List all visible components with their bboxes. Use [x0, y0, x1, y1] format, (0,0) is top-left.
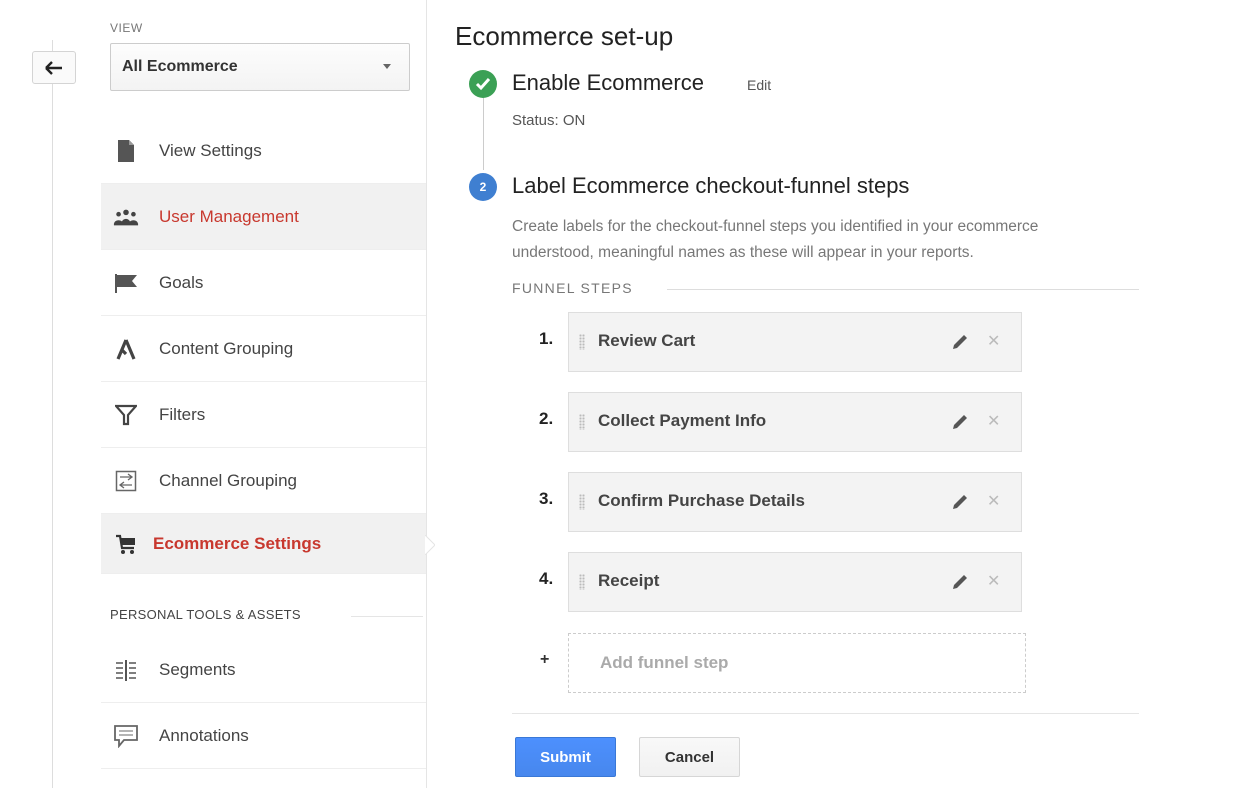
document-icon	[113, 138, 139, 164]
funnel-step[interactable]: 1. Review Cart ✕	[539, 312, 1022, 372]
view-select[interactable]: All Ecommerce	[110, 43, 410, 91]
submit-button[interactable]: Submit	[515, 737, 616, 777]
sidebar-item-label: View Settings	[159, 140, 262, 160]
sidebar-item-user-management[interactable]: User Management	[101, 184, 426, 250]
close-icon[interactable]: ✕	[987, 571, 1000, 591]
view-label: VIEW	[110, 21, 143, 35]
pencil-icon[interactable]	[949, 571, 971, 593]
edit-link[interactable]: Edit	[747, 77, 771, 93]
view-select-value: All Ecommerce	[122, 58, 238, 75]
pencil-icon[interactable]	[949, 331, 971, 353]
sidebar-item-label: Goals	[159, 272, 204, 292]
drag-handle-icon[interactable]	[579, 574, 585, 590]
personal-tools-heading: PERSONAL TOOLS & ASSETS	[110, 607, 301, 622]
step2-title: Label Ecommerce checkout-funnel steps	[512, 173, 910, 198]
sidebar-item-label: Filters	[159, 404, 206, 424]
sidebar-item-label: Content Grouping	[159, 338, 294, 358]
close-icon[interactable]: ✕	[987, 411, 1000, 431]
step-name: Collect Payment Info	[598, 411, 767, 430]
admin-sidebar: VIEW All Ecommerce View Settings User Ma…	[101, 0, 427, 788]
form-divider	[512, 713, 1139, 714]
step-number: 2.	[539, 409, 554, 428]
step-number: 1.	[539, 329, 554, 348]
back-arrow-icon	[45, 60, 62, 75]
sidebar-item-segments[interactable]: Segments	[101, 637, 426, 703]
funnel-step[interactable]: 4. Receipt ✕	[539, 552, 1022, 612]
channel-grouping-icon	[113, 468, 139, 494]
step-number: 4.	[539, 569, 554, 588]
step-connector	[483, 95, 484, 170]
funnel-step[interactable]: 3. Confirm Purchase Details ✕	[539, 472, 1022, 532]
flag-icon	[113, 270, 139, 296]
sidebar-item-annotations[interactable]: Annotations	[101, 703, 426, 769]
plus-icon: +	[540, 651, 550, 668]
sidebar-item-label: Channel Grouping	[159, 470, 297, 490]
back-button[interactable]	[32, 51, 76, 84]
page-title: Ecommerce set-up	[455, 21, 674, 51]
step2-description: Create labels for the checkout-funnel st…	[512, 214, 1152, 266]
users-icon	[113, 204, 139, 230]
cart-icon	[113, 531, 139, 557]
funnel-step[interactable]: 2. Collect Payment Info ✕	[539, 392, 1022, 452]
step2-badge: 2	[469, 173, 497, 201]
funnel-divider	[667, 289, 1139, 290]
check-icon	[469, 70, 497, 98]
step-number: 3.	[539, 489, 554, 508]
step1-title: Enable Ecommerce	[512, 70, 704, 95]
sidebar-item-content-grouping[interactable]: Content Grouping	[101, 316, 426, 382]
add-funnel-step-input[interactable]: Add funnel step	[568, 633, 1026, 693]
content-grouping-icon	[113, 336, 139, 362]
rail-line	[52, 40, 53, 788]
annotation-icon	[113, 723, 139, 749]
ecommerce-status: Status: ON	[512, 112, 586, 129]
description-line: understood, meaningful names as these wi…	[512, 244, 974, 261]
step-name: Receipt	[598, 571, 660, 590]
filter-icon	[113, 402, 139, 428]
step-name: Confirm Purchase Details	[598, 491, 805, 510]
step-name: Review Cart	[598, 331, 696, 350]
pencil-icon[interactable]	[949, 491, 971, 513]
funnel-steps-heading: FUNNEL STEPS	[512, 280, 633, 296]
sidebar-item-filters[interactable]: Filters	[101, 382, 426, 448]
sidebar-item-label: Segments	[159, 659, 236, 679]
drag-handle-icon[interactable]	[579, 414, 585, 430]
cancel-button[interactable]: Cancel	[639, 737, 740, 777]
chevron-down-icon	[383, 64, 391, 69]
description-line: Create labels for the checkout-funnel st…	[512, 218, 1039, 235]
close-icon[interactable]: ✕	[987, 491, 1000, 511]
section-divider	[351, 616, 423, 617]
active-item-pointer	[425, 535, 435, 555]
pencil-icon[interactable]	[949, 411, 971, 433]
sidebar-item-label: Annotations	[159, 725, 249, 745]
sidebar-item-label: User Management	[159, 206, 299, 226]
segments-icon	[113, 657, 139, 683]
drag-handle-icon[interactable]	[579, 334, 585, 350]
sidebar-item-ecommerce-settings[interactable]: Ecommerce Settings	[101, 514, 426, 574]
sidebar-item-label: Ecommerce Settings	[153, 533, 322, 553]
sidebar-item-channel-grouping[interactable]: Channel Grouping	[101, 448, 426, 514]
sidebar-item-goals[interactable]: Goals	[101, 250, 426, 316]
drag-handle-icon[interactable]	[579, 494, 585, 510]
sidebar-item-view-settings[interactable]: View Settings	[101, 118, 426, 184]
main-panel: Ecommerce set-up Enable Ecommerce Edit S…	[455, 0, 1246, 798]
close-icon[interactable]: ✕	[987, 331, 1000, 351]
